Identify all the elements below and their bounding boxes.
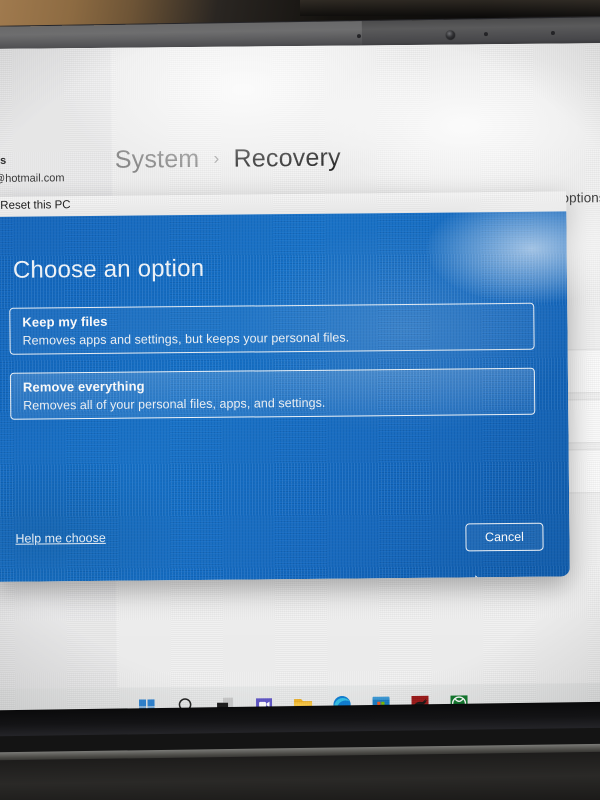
option-title: Keep my files — [22, 313, 108, 330]
sensor-dot-icon — [483, 32, 489, 37]
breadcrumb-current: Recovery — [233, 143, 341, 173]
sensor-dot-icon — [550, 31, 556, 36]
option-title: Remove everything — [22, 378, 145, 395]
option-keep-my-files[interactable]: Keep my files Removes apps and settings,… — [9, 302, 535, 355]
laptop-screen: es @hotmail.com ○ System › Recovery If y… — [0, 43, 600, 727]
reset-this-pc-dialog: Reset this PC Choose an option Keep my f… — [0, 191, 570, 582]
account-email: @hotmail.com — [0, 172, 65, 185]
breadcrumb: System › Recovery — [115, 144, 341, 175]
option-remove-everything[interactable]: Remove everything Removes all of your pe… — [9, 367, 536, 420]
laptop-photo: es @hotmail.com ○ System › Recovery If y… — [0, 0, 600, 800]
option-description: Removes all of your personal files, apps… — [23, 395, 326, 413]
dialog-body: Choose an option Keep my files Removes a… — [0, 211, 570, 582]
webcam-icon — [445, 30, 456, 40]
dialog-title: Reset this PC — [0, 199, 71, 212]
chevron-right-icon: › — [213, 148, 220, 168]
sensor-dot-icon — [356, 34, 362, 39]
account-name: es — [0, 154, 7, 167]
dialog-heading: Choose an option — [12, 254, 205, 284]
windows-desktop: es @hotmail.com ○ System › Recovery If y… — [0, 43, 600, 727]
option-description: Removes apps and settings, but keeps you… — [22, 330, 350, 348]
breadcrumb-root[interactable]: System — [115, 145, 200, 174]
laptop-body — [0, 751, 600, 800]
help-me-choose-link[interactable]: Help me choose — [15, 531, 105, 546]
cancel-button[interactable]: Cancel — [465, 522, 544, 552]
